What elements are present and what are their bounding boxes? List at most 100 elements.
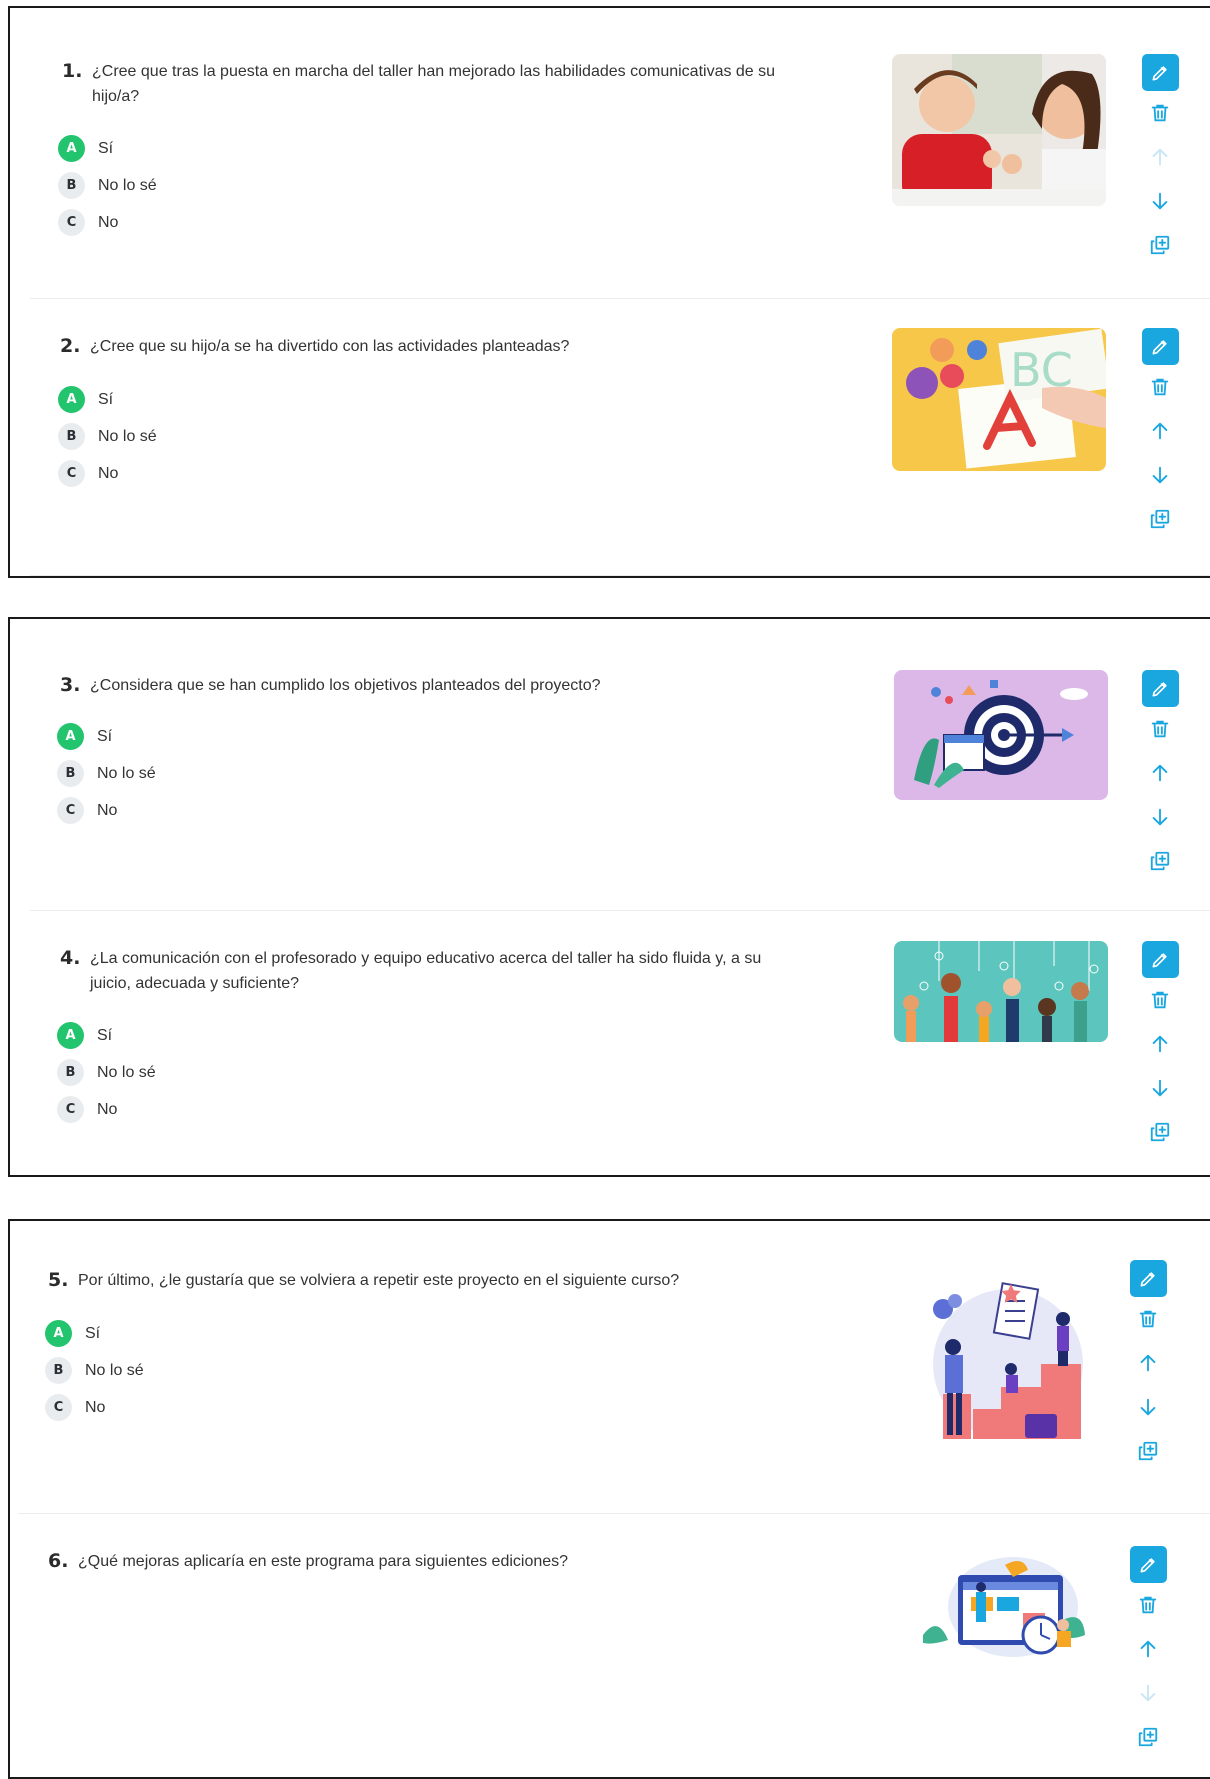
pencil-icon [1150,950,1170,970]
duplicate-button[interactable] [1130,1715,1167,1759]
option-a[interactable]: A Sí [58,381,157,418]
move-down-button[interactable] [1142,453,1179,497]
question-5-header: 5. Por último, ¿le gustaría que se volvi… [48,1268,768,1293]
options-list: A Sí B No lo sé C No [45,1315,144,1426]
option-label: Sí [97,1026,113,1044]
duplicate-icon [1137,1440,1159,1462]
move-up-button[interactable] [1142,135,1179,179]
question-text: ¿Qué mejoras aplicaría en este programa … [78,1553,569,1570]
move-up-button[interactable] [1142,1022,1179,1066]
planning-screen-illustration [913,1555,1088,1660]
option-badge: A [57,723,84,750]
question-number: 6. [48,1550,69,1572]
move-down-button[interactable] [1142,179,1179,223]
arrow-down-icon [1149,464,1171,486]
move-down-button[interactable] [1130,1671,1167,1715]
move-up-button[interactable] [1130,1627,1167,1671]
question-number: 3. [60,674,81,696]
move-up-button[interactable] [1130,1341,1167,1385]
option-a[interactable]: A Sí [57,1017,156,1054]
arrow-up-icon [1149,146,1171,168]
delete-button[interactable] [1142,365,1179,409]
pencil-icon [1138,1555,1158,1575]
trash-icon [1149,102,1171,124]
option-a[interactable]: A Sí [45,1315,144,1352]
edit-button[interactable] [1141,54,1179,91]
arrow-down-icon [1149,806,1171,828]
duplicate-icon [1149,850,1171,872]
question-4-header: 4. ¿La comunicación con el profesorado y… [60,946,780,996]
trash-icon [1149,718,1171,740]
pencil-icon [1150,679,1170,699]
arrow-up-icon [1149,420,1171,442]
trash-icon [1149,989,1171,1011]
question-panel-3: 5. Por último, ¿le gustaría que se volvi… [8,1219,1210,1779]
move-down-button[interactable] [1142,795,1179,839]
question-text: Por último, ¿le gustaría que se volviera… [78,1272,680,1289]
delete-button[interactable] [1142,707,1179,751]
trash-icon [1137,1308,1159,1330]
option-label: No [98,213,119,231]
option-label: No [85,1398,106,1416]
option-label: No lo sé [85,1361,144,1379]
move-up-button[interactable] [1142,751,1179,795]
question-1: 1. ¿Cree que tras la puesta en marcha de… [30,14,1210,299]
delete-button[interactable] [1142,91,1179,135]
option-c[interactable]: C No [58,204,157,241]
question-actions [1140,54,1180,267]
edit-button[interactable] [1129,1260,1167,1297]
option-badge: B [57,1059,84,1086]
duplicate-button[interactable] [1142,497,1179,541]
option-label: Sí [98,390,114,408]
duplicate-button[interactable] [1142,223,1179,267]
option-b[interactable]: B No lo sé [58,418,157,455]
option-c[interactable]: C No [57,792,156,829]
question-6-header: 6. ¿Qué mejoras aplicaría en este progra… [48,1549,768,1574]
duplicate-icon [1149,234,1171,256]
edit-button[interactable] [1141,328,1179,365]
question-5: 5. Por último, ¿le gustaría que se volvi… [18,1229,1210,1514]
option-label: Sí [85,1324,101,1342]
arrow-down-icon [1137,1396,1159,1418]
question-3: 3. ¿Considera que se han cumplido los ob… [30,631,1210,911]
option-c[interactable]: C No [58,455,157,492]
option-badge: B [57,760,84,787]
edit-button[interactable] [1141,670,1179,707]
delete-button[interactable] [1142,978,1179,1022]
delete-button[interactable] [1130,1297,1167,1341]
option-b[interactable]: B No lo sé [45,1352,144,1389]
duplicate-icon [1149,508,1171,530]
option-label: No lo sé [98,176,157,194]
option-badge: A [45,1320,72,1347]
option-a[interactable]: A Sí [57,718,156,755]
question-4: 4. ¿La comunicación con el profesorado y… [30,910,1210,1172]
option-a[interactable]: A Sí [58,130,157,167]
duplicate-icon [1149,1121,1171,1143]
option-label: No [97,1100,118,1118]
growth-steps-illustration [913,1279,1088,1449]
options-list: A Sí B No lo sé C No [57,1017,156,1128]
arrow-down-icon [1149,190,1171,212]
option-b[interactable]: B No lo sé [57,755,156,792]
move-down-button[interactable] [1130,1385,1167,1429]
duplicate-button[interactable] [1142,1110,1179,1154]
move-up-button[interactable] [1142,409,1179,453]
edit-button[interactable] [1141,941,1179,978]
edit-button[interactable] [1129,1546,1167,1583]
delete-button[interactable] [1130,1583,1167,1627]
option-c[interactable]: C No [45,1389,144,1426]
abc-letters-photo: BC [892,328,1106,471]
option-b[interactable]: B No lo sé [57,1054,156,1091]
question-actions [1140,670,1180,883]
option-b[interactable]: B No lo sé [58,167,157,204]
option-c[interactable]: C No [57,1091,156,1128]
arrow-up-icon [1137,1638,1159,1660]
option-label: Sí [97,727,113,745]
question-actions [1128,1260,1168,1473]
option-badge: C [58,209,85,236]
duplicate-button[interactable] [1142,839,1179,883]
duplicate-button[interactable] [1130,1429,1167,1473]
move-down-button[interactable] [1142,1066,1179,1110]
arrow-up-icon [1149,1033,1171,1055]
trash-icon [1149,376,1171,398]
